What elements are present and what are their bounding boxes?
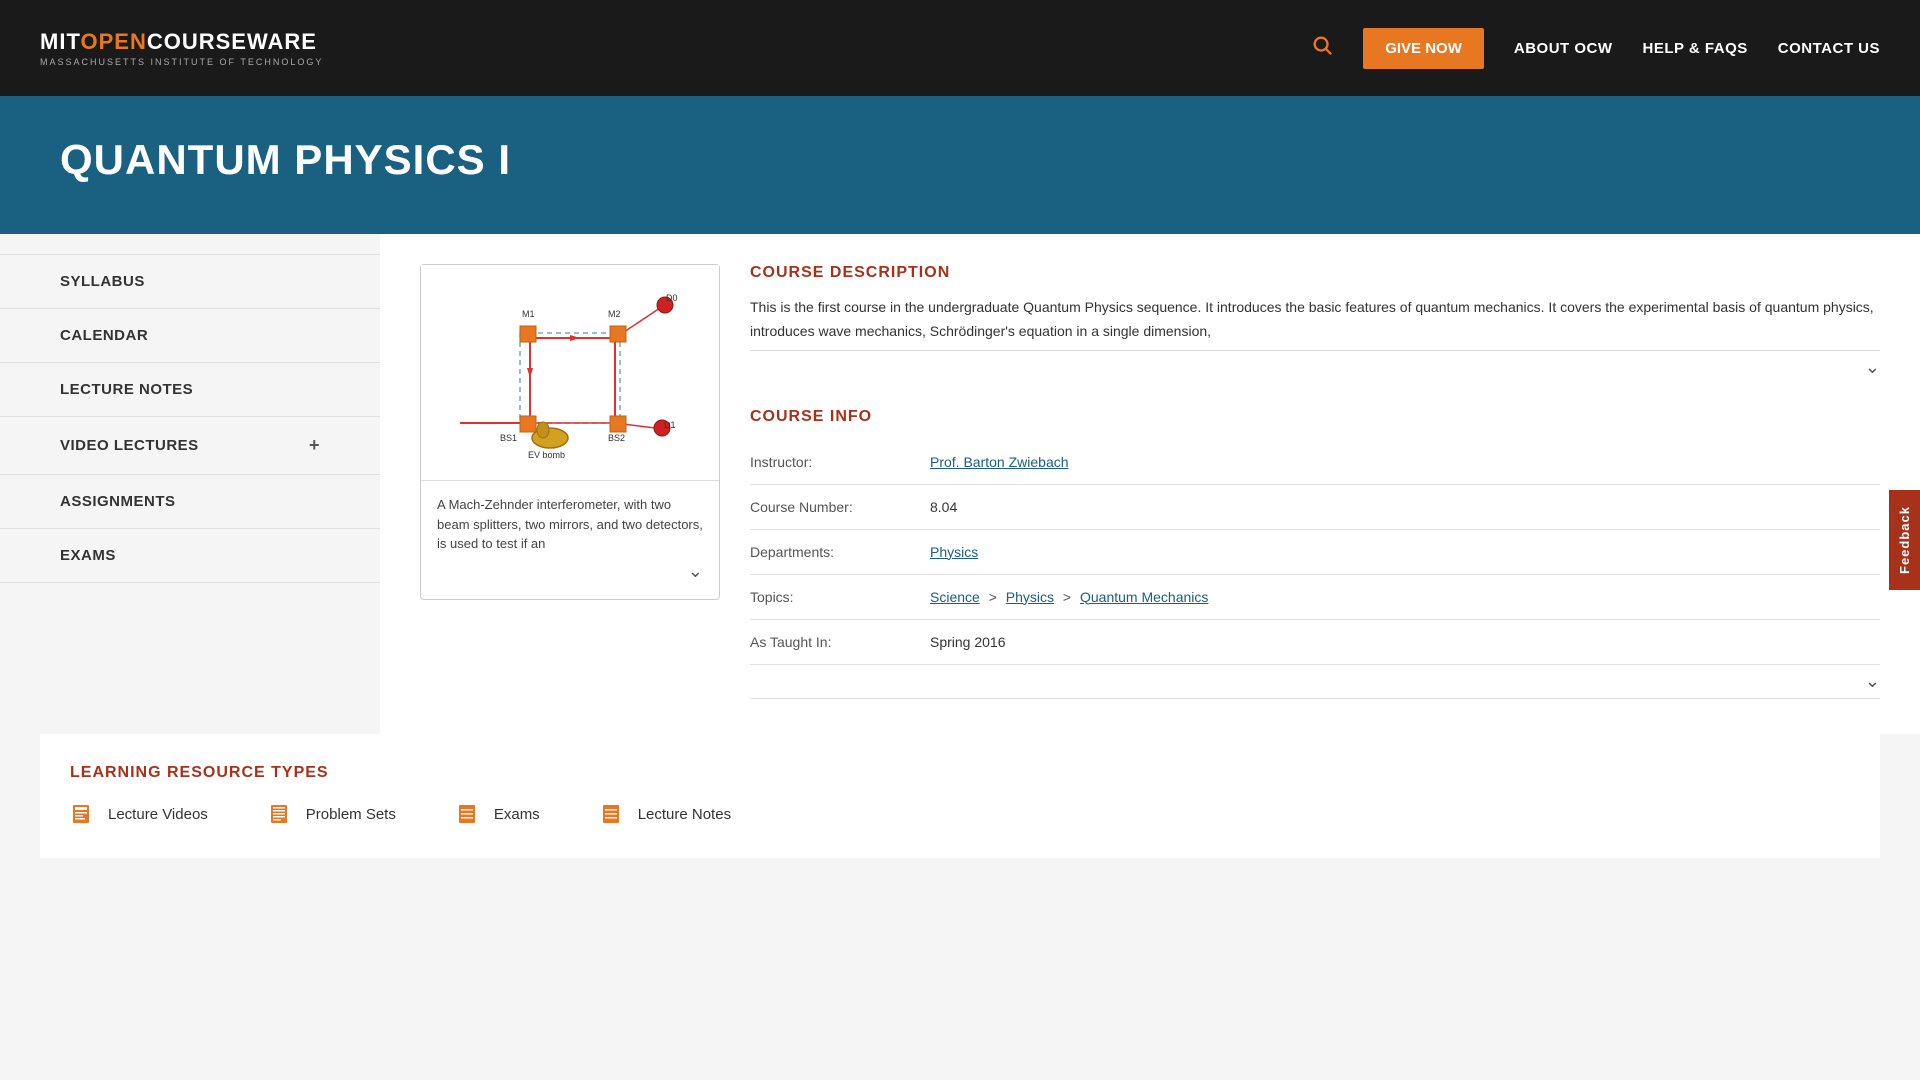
departments-label: Departments: — [750, 544, 930, 560]
topic-science-link[interactable]: Science — [930, 589, 980, 605]
search-button[interactable] — [1311, 34, 1333, 62]
nav-about-ocw[interactable]: ABOUT OCW — [1514, 40, 1613, 57]
feedback-tab-container: Feedback — [1889, 490, 1920, 590]
resource-exams[interactable]: Exams — [456, 800, 540, 828]
lecture-notes-label: Lecture Notes — [638, 806, 731, 823]
mach-zehnder-diagram: BS1 BS2 M1 M2 EV bomb D0 — [421, 265, 719, 480]
logo-text: MITOPENCOURSEWARE — [40, 29, 323, 55]
image-caption: A Mach-Zehnder interferometer, with two … — [421, 480, 719, 599]
main-content: SYLLABUS CALENDAR LECTURE NOTES VIDEO LE… — [0, 234, 1920, 734]
department-link[interactable]: Physics — [930, 544, 978, 560]
taught-in-row: As Taught In: Spring 2016 — [750, 620, 1880, 665]
taught-in-value: Spring 2016 — [930, 634, 1006, 650]
problem-sets-icon — [268, 800, 296, 828]
content-area: BS1 BS2 M1 M2 EV bomb D0 — [380, 234, 1920, 734]
lecture-videos-icon — [70, 800, 98, 828]
logo-open: OPEN — [80, 29, 146, 54]
taught-in-label: As Taught In: — [750, 634, 930, 650]
page-title: QUANTUM PHYSICS I — [60, 136, 511, 184]
course-description-title: COURSE DESCRIPTION — [750, 264, 1880, 282]
topic-quantum-link[interactable]: Quantum Mechanics — [1080, 589, 1208, 605]
sidebar-item-lecture-notes[interactable]: LECTURE NOTES — [0, 363, 380, 417]
exams-icon — [456, 800, 484, 828]
breadcrumb-sep-2: > — [1063, 589, 1071, 605]
sidebar-item-assignments[interactable]: ASSIGNMENTS — [0, 475, 380, 529]
exams-label: Exams — [494, 806, 540, 823]
course-info-expand-icon[interactable]: ⌄ — [1865, 671, 1880, 691]
nav-contact-us[interactable]: CONTACT US — [1778, 40, 1880, 57]
course-number-label: Course Number: — [750, 499, 930, 515]
sidebar-item-video-lectures[interactable]: VIDEO LECTURES + — [0, 417, 380, 475]
departments-row: Departments: Physics — [750, 530, 1880, 575]
sidebar-item-calendar[interactable]: CALENDAR — [0, 309, 380, 363]
nav-help-faqs[interactable]: HELP & FAQS — [1643, 40, 1748, 57]
site-header: MITOPENCOURSEWARE MASSACHUSETTS INSTITUT… — [0, 0, 1920, 96]
description-expand-icon[interactable]: ⌄ — [1865, 357, 1880, 377]
topics-row: Topics: Science > Physics > Quantum Mech… — [750, 575, 1880, 620]
course-number-row: Course Number: 8.04 — [750, 485, 1880, 530]
svg-text:D1: D1 — [664, 420, 676, 430]
resource-types-list: Lecture Videos Problem Sets — [70, 800, 1850, 828]
sidebar: SYLLABUS CALENDAR LECTURE NOTES VIDEO LE… — [0, 234, 380, 734]
instructor-link[interactable]: Prof. Barton Zwiebach — [930, 454, 1069, 470]
logo-subtitle: MASSACHUSETTS INSTITUTE OF TECHNOLOGY — [40, 57, 323, 67]
topics-label: Topics: — [750, 589, 930, 605]
resource-lecture-videos[interactable]: Lecture Videos — [70, 800, 208, 828]
resource-lecture-notes[interactable]: Lecture Notes — [600, 800, 731, 828]
course-description-text: This is the first course in the undergra… — [750, 296, 1880, 344]
logo[interactable]: MITOPENCOURSEWARE MASSACHUSETTS INSTITUT… — [40, 29, 323, 67]
lecture-notes-icon — [600, 800, 628, 828]
problem-sets-label: Problem Sets — [306, 806, 396, 823]
svg-text:BS1: BS1 — [500, 433, 517, 443]
instructor-label: Instructor: — [750, 454, 930, 470]
hero-banner: QUANTUM PHYSICS I — [0, 96, 1920, 234]
give-now-button[interactable]: GIVE NOW — [1363, 28, 1484, 69]
bottom-section: LEARNING RESOURCE TYPES Lecture Videos — [0, 734, 1920, 898]
svg-text:M2: M2 — [608, 309, 621, 319]
breadcrumb-sep-1: > — [989, 589, 997, 605]
svg-text:M1: M1 — [522, 309, 535, 319]
learning-resources-title: LEARNING RESOURCE TYPES — [70, 764, 1850, 782]
sidebar-item-syllabus[interactable]: SYLLABUS — [0, 254, 380, 309]
course-image-card: BS1 BS2 M1 M2 EV bomb D0 — [420, 264, 720, 600]
resource-problem-sets[interactable]: Problem Sets — [268, 800, 396, 828]
feedback-tab[interactable]: Feedback — [1889, 490, 1920, 590]
course-info-title: COURSE INFO — [750, 408, 1880, 426]
learning-resources-card: LEARNING RESOURCE TYPES Lecture Videos — [40, 734, 1880, 858]
expand-icon: + — [309, 435, 320, 456]
lecture-videos-label: Lecture Videos — [108, 806, 208, 823]
description-expand[interactable]: ⌄ — [750, 350, 1880, 378]
sidebar-item-exams[interactable]: EXAMS — [0, 529, 380, 583]
svg-text:BS2: BS2 — [608, 433, 625, 443]
course-info-section: COURSE INFO Instructor: Prof. Barton Zwi… — [750, 408, 1880, 699]
instructor-row: Instructor: Prof. Barton Zwiebach — [750, 440, 1880, 485]
topics-value: Science > Physics > Quantum Mechanics — [930, 589, 1208, 605]
svg-text:EV bomb: EV bomb — [528, 450, 565, 460]
course-number-value: 8.04 — [930, 499, 957, 515]
course-info-expand[interactable]: ⌄ — [750, 665, 1880, 699]
topic-physics-link[interactable]: Physics — [1006, 589, 1054, 605]
nav-right: GIVE NOW ABOUT OCW HELP & FAQS CONTACT U… — [1311, 28, 1880, 69]
caption-expand-icon[interactable]: ⌄ — [688, 561, 703, 581]
course-description-section: COURSE DESCRIPTION This is the first cou… — [750, 264, 1880, 699]
svg-text:D0: D0 — [666, 293, 678, 303]
